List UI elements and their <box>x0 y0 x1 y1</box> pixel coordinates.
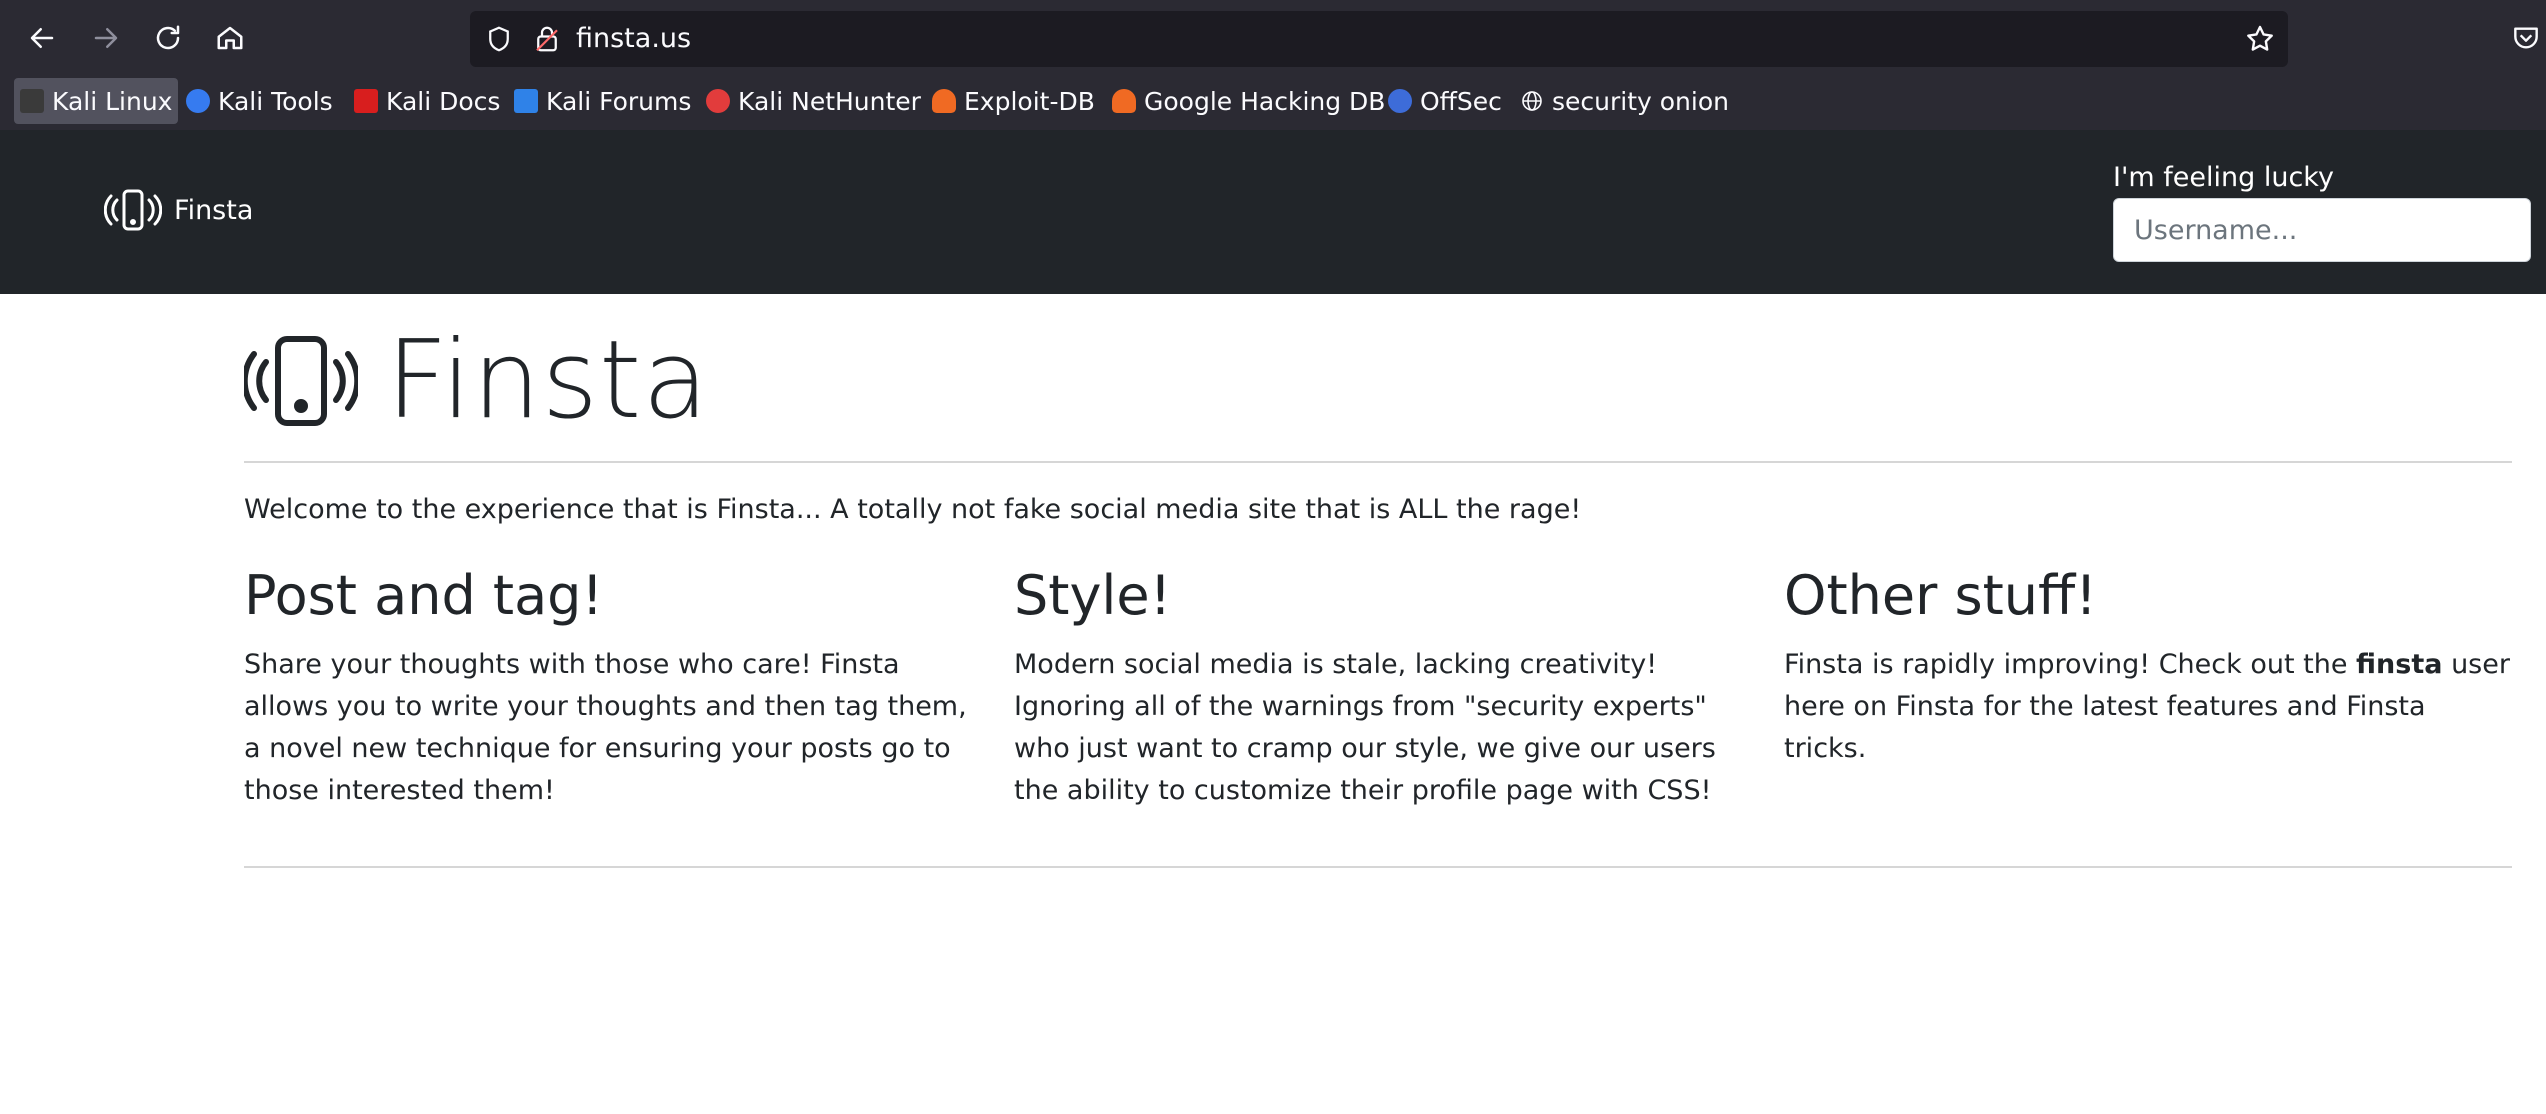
divider <box>244 866 2512 868</box>
feature-text: Finsta is rapidly improving! Check out t… <box>1784 644 2514 770</box>
tracking-protection-shield-icon[interactable] <box>484 24 514 54</box>
pocket-icon[interactable] <box>2510 22 2542 54</box>
username-search-input[interactable] <box>2113 198 2531 262</box>
reload-button[interactable] <box>144 14 192 62</box>
bookmark-label: Kali Linux <box>52 86 173 116</box>
globe-icon <box>1522 91 1542 111</box>
bookmarks-toolbar: Kali Linux Kali Tools Kali Docs Kali For… <box>0 78 2546 130</box>
forward-arrow-icon <box>94 28 118 48</box>
feature-heading: Style! <box>1014 564 1172 627</box>
bookmark-google-hacking-db[interactable]: Google Hacking DB <box>1106 78 1391 124</box>
offsec-icon <box>1388 89 1412 113</box>
feature-other-stuff: Other stuff! Finsta is rapidly improving… <box>1784 564 2514 770</box>
address-bar[interactable]: finsta.us <box>470 11 2288 67</box>
feature-text: Modern social media is stale, lacking cr… <box>1014 649 1716 806</box>
finsta-user-mention: finsta <box>2356 649 2443 680</box>
feeling-lucky-label: I'm feeling lucky <box>2113 162 2334 193</box>
vibrating-phone-icon <box>244 335 358 426</box>
hero-header: Finsta <box>244 318 710 443</box>
divider <box>244 461 2512 463</box>
bookmark-star-icon[interactable] <box>2244 23 2276 55</box>
bookmark-exploit-db[interactable]: Exploit-DB <box>926 78 1101 124</box>
bookmark-kali-forums[interactable]: Kali Forums <box>508 78 697 124</box>
bookmark-label: Kali Docs <box>386 86 501 116</box>
kali-tools-icon <box>186 89 210 113</box>
brand-name: Finsta <box>174 194 254 226</box>
vibrating-phone-icon <box>104 189 162 231</box>
site-navbar: Finsta I'm feeling lucky <box>0 130 2546 294</box>
navbar-brand-link[interactable]: Finsta <box>104 188 253 232</box>
browser-toolbar: finsta.us <box>0 0 2546 78</box>
bookmark-offsec[interactable]: OffSec <box>1382 78 1508 124</box>
welcome-lead-text: Welcome to the experience that is Finsta… <box>244 494 1582 525</box>
insecure-lock-icon[interactable] <box>532 24 562 54</box>
url-text[interactable]: finsta.us <box>576 25 691 53</box>
bookmark-label: Kali Tools <box>218 86 333 116</box>
forward-button[interactable] <box>82 14 130 62</box>
feature-post-and-tag: Post and tag! Share your thoughts with t… <box>244 564 974 812</box>
feature-heading: Other stuff! <box>1784 564 2097 627</box>
bookmark-label: OffSec <box>1420 86 1502 116</box>
ghdb-icon <box>1112 89 1136 113</box>
bookmark-label: Exploit-DB <box>964 86 1095 116</box>
feature-heading: Post and tag! <box>244 564 604 627</box>
bookmark-label: Kali Forums <box>546 86 692 116</box>
feature-text: Share your thoughts with those who care!… <box>244 649 967 806</box>
feature-style: Style! Modern social media is stale, lac… <box>1014 564 1744 812</box>
page-title: Finsta <box>386 318 710 443</box>
kali-docs-icon <box>354 89 378 113</box>
feature-text-before: Finsta is rapidly improving! Check out t… <box>1784 649 2357 680</box>
bookmark-kali-linux[interactable]: Kali Linux <box>14 78 179 124</box>
back-arrow-icon <box>30 28 54 48</box>
exploit-db-icon <box>932 89 956 113</box>
bookmark-label: Kali NetHunter <box>738 86 921 116</box>
bookmark-kali-tools[interactable]: Kali Tools <box>180 78 339 124</box>
reload-icon <box>156 25 180 50</box>
kali-dragon-icon <box>20 89 44 113</box>
bookmark-kali-nethunter[interactable]: Kali NetHunter <box>700 78 927 124</box>
home-button[interactable] <box>206 14 254 62</box>
bookmark-label: security onion <box>1552 86 1729 116</box>
home-icon <box>217 26 243 50</box>
bookmark-label: Google Hacking DB <box>1144 86 1386 116</box>
back-button[interactable] <box>18 14 66 62</box>
kali-nethunter-icon <box>706 89 730 113</box>
bookmark-security-onion[interactable]: security onion <box>1514 78 1735 124</box>
kali-forums-icon <box>514 89 538 113</box>
bookmark-kali-docs[interactable]: Kali Docs <box>348 78 506 124</box>
